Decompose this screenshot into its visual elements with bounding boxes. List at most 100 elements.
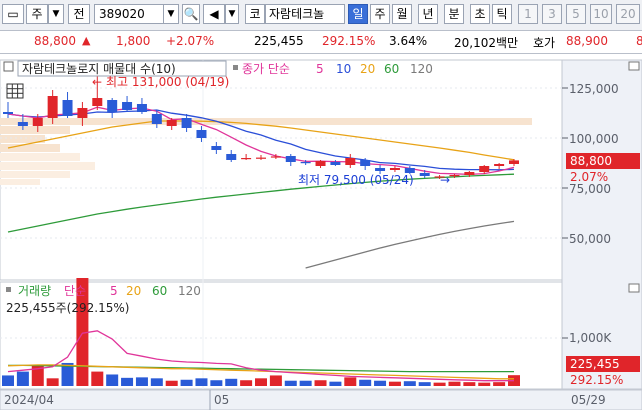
candle-body	[494, 164, 505, 166]
low-annotation: 최저 79,500 (05/24)	[298, 173, 414, 187]
candle-body	[181, 118, 192, 128]
period-second-button[interactable]: 초	[470, 4, 490, 24]
volume-bar	[255, 378, 267, 386]
volume-panel-title: 거래량	[18, 284, 51, 298]
candle-body	[315, 161, 326, 166]
candle-body	[345, 158, 356, 165]
low-arrow-icon: →	[440, 173, 450, 187]
quote-bar: 88,800 ▲ 1,800 +2.07% 225,455 292.15% 3.…	[0, 31, 642, 54]
minute-1-button[interactable]: 1	[518, 4, 538, 24]
price-change: 1,800	[116, 34, 151, 48]
kind-button[interactable]: 코	[245, 4, 265, 24]
price-change-pct: +2.07%	[166, 34, 215, 48]
price-tick-50000: 50,000	[569, 232, 611, 246]
candle-body	[3, 112, 13, 114]
period-minute-button[interactable]: 분	[444, 4, 464, 24]
price-tick-100000: 100,000	[569, 132, 619, 146]
speaker-dropdown-icon[interactable]: ▼	[225, 4, 239, 24]
volume-tick-1000k: 1,000K	[569, 331, 612, 345]
volume-bar	[284, 380, 297, 386]
ma-label: 종가 단순	[242, 62, 290, 76]
last-price-pct: 2.07%	[570, 170, 608, 184]
volume-value: 225,455	[254, 34, 304, 48]
candle-body	[122, 102, 133, 110]
minute-20-button[interactable]: 20	[616, 4, 640, 24]
volume-ratio: 292.15%	[322, 34, 376, 48]
high-annotation: 최고 131,000 (04/19)	[106, 75, 229, 89]
candle-body	[360, 160, 371, 166]
candle-body	[270, 156, 281, 158]
ma60-legend: 60	[384, 62, 399, 76]
ma-legend-icon	[233, 65, 238, 70]
candle-body	[32, 118, 43, 126]
minute-10-button[interactable]: 10	[590, 4, 612, 24]
ma120-legend: 120	[410, 62, 433, 76]
market-sub-button[interactable]: 전	[68, 4, 90, 24]
code-dropdown-icon[interactable]: ▼	[163, 4, 179, 24]
volume-bar	[240, 380, 253, 386]
search-icon[interactable]: 🔍	[182, 4, 200, 24]
x-axis-panel	[0, 389, 642, 410]
last-volume-label: 225,455	[570, 357, 620, 371]
speaker-icon[interactable]: ◀	[203, 4, 225, 24]
candle-body	[47, 96, 58, 118]
volume-bar	[150, 378, 163, 386]
volume-bar	[299, 380, 312, 386]
minute-5-button[interactable]: 5	[566, 4, 586, 24]
candle-body	[389, 168, 400, 170]
period-day-button[interactable]: 일	[348, 4, 368, 24]
period-month-button[interactable]: 월	[392, 4, 412, 24]
stock-code-input[interactable]: 389020	[94, 4, 164, 24]
candle-body	[136, 104, 147, 112]
minute-3-button[interactable]: 3	[542, 4, 562, 24]
table-grid-icon[interactable]	[6, 83, 24, 99]
volume-bar	[418, 382, 431, 386]
market-dropdown-icon[interactable]: ▼	[48, 4, 64, 24]
period-tick-button[interactable]: 틱	[492, 4, 512, 24]
volume-ma60-legend: 60	[152, 284, 167, 298]
candle-body	[330, 162, 341, 165]
stock-name: 자람테크놀	[265, 4, 345, 24]
volume-bar	[121, 377, 134, 386]
volume-bar	[210, 380, 223, 386]
volume-ma20-legend: 20	[126, 284, 141, 298]
ask-label: 호가	[533, 36, 556, 50]
period-week-button[interactable]: 주	[370, 4, 390, 24]
stock-chart[interactable]: 자람테크놀로지 매물대 수(10) 종가 단순 5 10 20 60 120 ←…	[0, 56, 642, 410]
volume-ma120-legend: 120	[178, 284, 201, 298]
volume-bar	[269, 375, 282, 386]
volume-bar	[448, 381, 461, 386]
period-year-button[interactable]: 년	[418, 4, 438, 24]
price-panel-title: 자람테크놀로지 매물대 수(10)	[22, 62, 176, 76]
price-panel-close-icon[interactable]	[628, 61, 640, 71]
volume-bar	[433, 382, 446, 386]
price-tick-125000: 125,000	[569, 82, 619, 96]
panel-toggle-icon[interactable]	[3, 61, 14, 72]
candle-body	[62, 100, 73, 116]
volume-bar	[91, 371, 104, 386]
volume-bar	[46, 378, 59, 386]
volume-bar	[403, 381, 416, 386]
volume-bar	[344, 377, 357, 386]
volume-panel-close-icon[interactable]	[628, 283, 640, 293]
last-volume-pct: 292.15%	[570, 373, 623, 387]
candle-body	[92, 98, 103, 106]
volume-legend-icon	[6, 287, 11, 292]
ma20-legend: 20	[360, 62, 375, 76]
market-select[interactable]: 주	[26, 4, 48, 24]
volume-bar	[388, 381, 401, 386]
x-label-2024-04: 2024/04	[4, 393, 54, 407]
candle-body	[17, 122, 28, 126]
up-arrow-icon: ▲	[82, 34, 91, 47]
volume-summary: 225,455주(292.15%)	[6, 301, 129, 315]
candle-body	[419, 173, 430, 176]
candle-body	[479, 166, 490, 172]
volume-ma-label: 단순	[64, 284, 86, 298]
volume-bar	[493, 382, 506, 386]
window-menu-icon[interactable]: ▭	[2, 4, 24, 24]
candle-body	[449, 175, 460, 177]
volume-bar	[195, 378, 208, 386]
x-label-05: 05	[214, 393, 229, 407]
candle-body	[375, 168, 386, 171]
last-price-label: 88,800	[570, 154, 612, 168]
